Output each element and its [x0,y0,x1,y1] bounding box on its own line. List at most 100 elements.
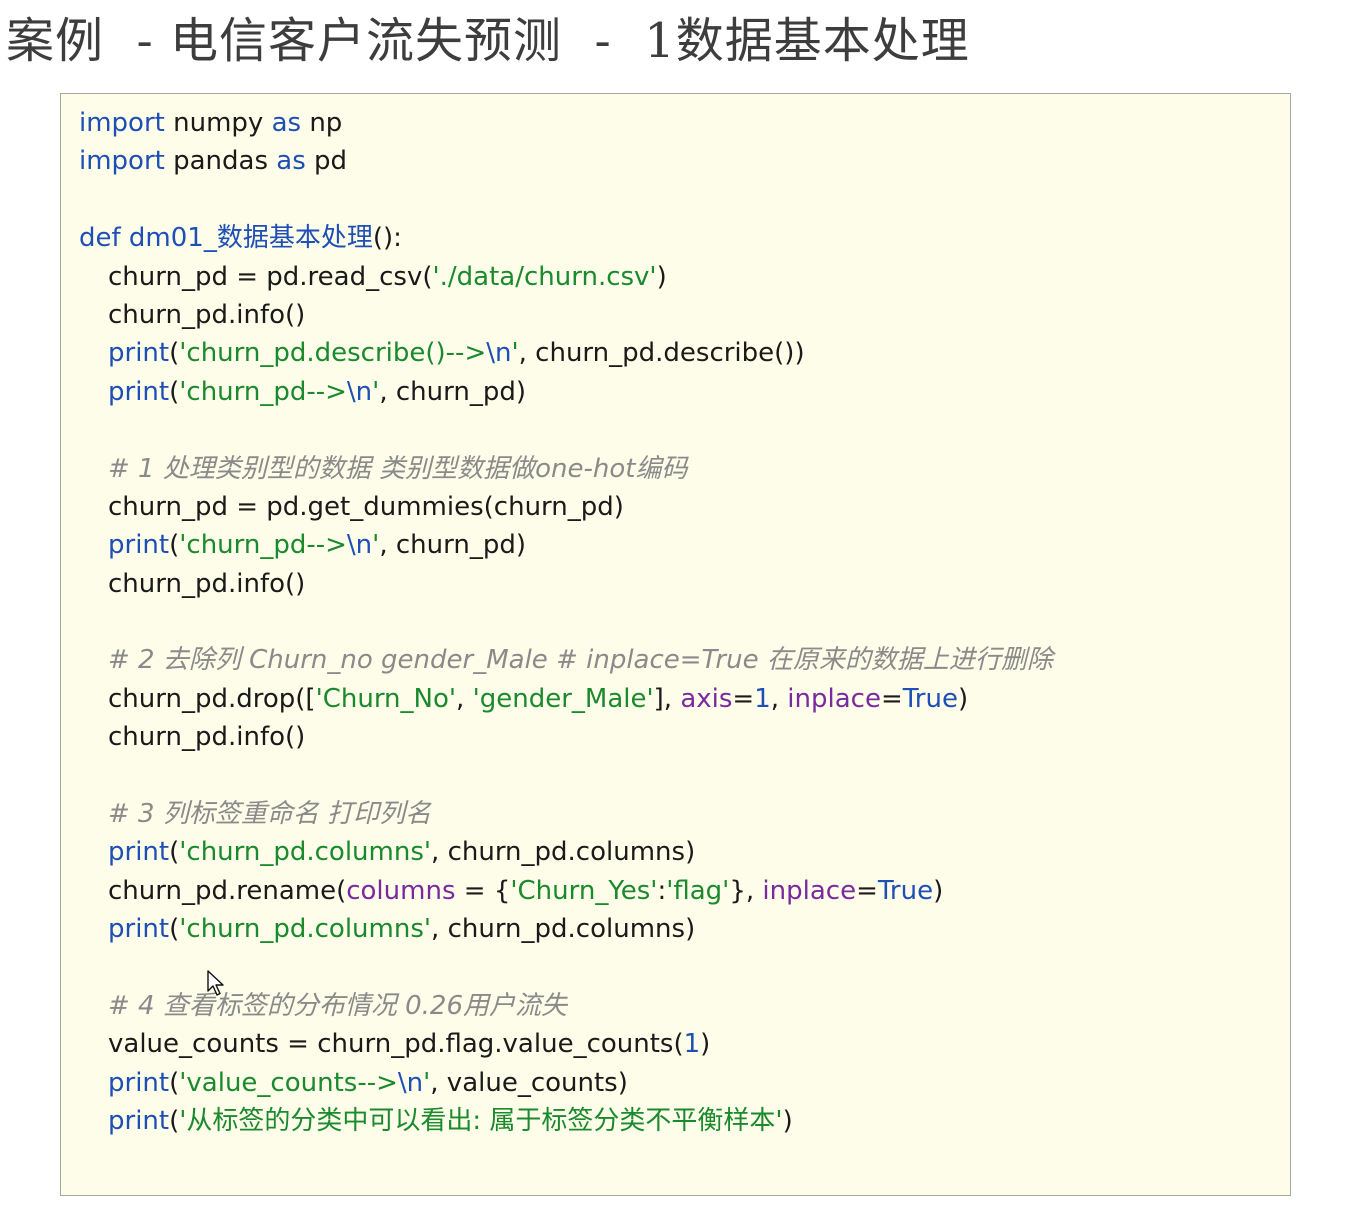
code-text: ( [169,1067,180,1098]
code-line-info-3: churn_pd.info() [79,718,1053,756]
code-text: value_counts = churn_pd.flag.value_count… [108,1029,684,1060]
module-name: pandas [164,146,277,177]
escape-sequence: \n [486,338,512,369]
code-text: ( [169,1106,180,1137]
keyword-as: as [271,108,302,138]
code-text: , churn_pd.describe()) [518,338,805,369]
string-literal: 'Churn_No' [315,683,457,714]
code-line-info: churn_pd.info() [79,296,1053,334]
code-text: , [770,683,788,714]
code-text: ], [653,683,681,714]
string-literal: 'churn_pd.columns' [179,837,432,868]
code-line-def: def dm01_数据基本处理(): [79,219,1053,257]
builtin-print: print [108,1106,170,1137]
string-literal: '从标签的分类中可以看出: 属于标签分类不平衡样本' [179,1106,783,1137]
code-text: churn_pd.info() [108,568,306,599]
code-text: ) [700,1029,711,1060]
code-text: ) [957,683,969,714]
alias-name: np [301,108,343,138]
page-title: 案例 - 电信客户流失预测 - 1数据基本处理 [6,13,970,69]
code-line-drop: churn_pd.drop(['Churn_No', 'gender_Male'… [79,680,1053,718]
code-line-print-columns: print('churn_pd.columns', churn_pd.colum… [79,833,1053,871]
string-literal: 'flag' [666,875,730,906]
builtin-print: print [108,1067,170,1098]
boolean-literal: True [902,683,958,714]
number-literal: 1 [754,683,771,714]
code-text: churn_pd.rename( [108,875,347,906]
code-comment-3: # 3 列标签重命名 打印列名 [108,799,432,830]
code-text: ) [782,1106,793,1137]
code-line-import-numpy: import numpy as np [79,104,1053,142]
module-name: numpy [164,108,272,138]
code-text: , churn_pd.columns) [431,914,696,945]
function-signature-tail: (): [372,223,402,254]
code-line-value-counts: value_counts = churn_pd.flag.value_count… [79,1025,1053,1063]
code-text: ( [169,914,180,945]
builtin-print: print [108,530,170,561]
keyword-argument: inplace [762,875,857,906]
code-text: , value_counts) [430,1067,628,1098]
code-text: ( [169,338,180,369]
code-line-print-describe: print('churn_pd.describe()-->\n', churn_… [79,334,1053,372]
alias-name: pd [305,146,348,177]
code-text: = { [455,875,511,906]
code-text: = [856,875,878,906]
code-line-print-value-counts: print('value_counts-->\n', value_counts) [79,1064,1053,1102]
code-text: ( [169,530,180,561]
string-literal: 'churn_pd--> [179,530,347,561]
escape-sequence: \n [346,530,373,561]
code-block: import numpy as np import pandas as pd d… [60,93,1291,1196]
code-comment-1: # 1 处理类别型的数据 类别型数据做one-hot编码 [108,453,688,484]
code-line-print-pd-2: print('churn_pd-->\n', churn_pd) [79,526,1053,564]
code-text: , [456,683,473,714]
keyword-def: def [79,223,121,254]
keyword-import: import [79,146,165,177]
code-text: ( [169,837,180,868]
code-text: = [732,683,755,714]
string-literal: ' [511,338,519,369]
code-text: ) [933,875,944,906]
string-literal: 'value_counts--> [179,1067,398,1098]
code-text: , churn_pd) [379,376,526,407]
string-literal: 'churn_pd.describe()--> [179,338,487,369]
string-literal: 'churn_pd.columns' [179,914,432,945]
mouse-pointer-icon [207,970,224,996]
keyword-as: as [276,146,306,177]
code-text: ) [656,261,667,292]
string-literal: 'churn_pd--> [179,376,347,407]
code-line-info-2: churn_pd.info() [79,565,1053,603]
code-line-read-csv: churn_pd = pd.read_csv('./data/churn.csv… [79,258,1053,296]
escape-sequence: \n [397,1067,424,1098]
string-literal: 'Churn_Yes' [510,875,658,906]
string-literal: 'gender_Male' [472,683,654,714]
escape-sequence: \n [346,376,373,407]
function-name: dm01_数据基本处理 [120,223,373,254]
code-text: churn_pd = pd.get_dummies(churn_pd) [108,491,624,522]
builtin-print: print [108,338,170,369]
code-line-rename: churn_pd.rename(columns = {'Churn_Yes':'… [79,872,1053,910]
builtin-print: print [108,837,170,868]
boolean-literal: True [877,875,934,906]
code-text: churn_pd = pd.read_csv( [108,261,433,292]
number-literal: 1 [683,1029,701,1060]
code-line-get-dummies: churn_pd = pd.get_dummies(churn_pd) [79,488,1053,526]
code-text: ( [169,376,180,407]
code-line-print-columns-2: print('churn_pd.columns', churn_pd.colum… [79,910,1053,948]
code-line-import-pandas: import pandas as pd [79,142,1053,180]
builtin-print: print [108,914,170,945]
string-literal: './data/churn.csv' [432,261,657,292]
keyword-argument: columns [346,875,456,906]
keyword-import: import [79,108,165,138]
code-text: churn_pd.drop([ [108,683,316,714]
code-text: churn_pd.info() [108,722,306,753]
builtin-print: print [108,376,170,407]
code-comment-2: # 2 去除列 Churn_no gender_Male # inplace=T… [108,645,1053,676]
code-line-print-pd: print('churn_pd-->\n', churn_pd) [79,373,1053,411]
keyword-argument: inplace [787,683,881,714]
code-text: churn_pd.info() [108,299,306,330]
code-text: : [657,875,667,906]
